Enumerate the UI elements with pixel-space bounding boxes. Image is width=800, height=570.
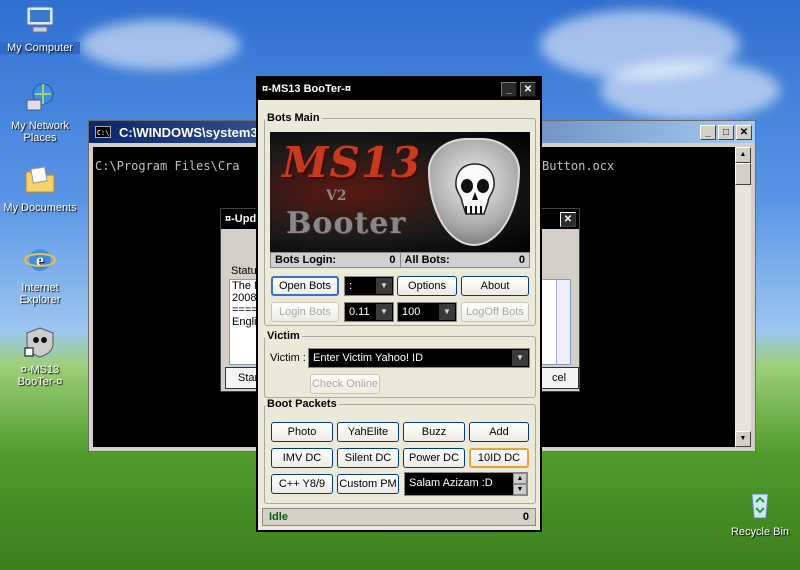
imv-dc-button[interactable]: IMV DC (271, 448, 333, 468)
desktop-icon-label: My Documents (3, 202, 77, 214)
all-bots-label: All Bots: (404, 254, 450, 266)
maximize-button[interactable]: □ (718, 124, 734, 140)
cloud (80, 20, 240, 70)
all-bots-value: 0 (518, 254, 525, 266)
bots-login-value: 0 (389, 254, 396, 266)
cmd-line-end: Button.ocx (542, 159, 615, 173)
cancel-button[interactable]: cel (541, 367, 579, 389)
desktop-icon-label: Internet Explorer (19, 282, 61, 306)
minimize-button[interactable]: _ (700, 124, 716, 140)
status-label: Statu (231, 265, 257, 277)
bots-login-label: Bots Login: (275, 254, 337, 266)
minimize-button[interactable]: _ (501, 81, 517, 97)
login-bots-button[interactable]: Login Bots (271, 302, 339, 322)
delay-value: 0.11 (349, 306, 370, 318)
skull-shortcut-icon (24, 327, 54, 358)
custom-pm-button[interactable]: Custom PM (337, 474, 399, 494)
yahelite-button[interactable]: YahElite (337, 422, 399, 442)
delay-dropdown[interactable]: 0.11 ▼ (344, 302, 394, 322)
pm-spinner[interactable]: ▲ ▼ (513, 473, 527, 495)
network-icon (26, 83, 54, 111)
check-online-button[interactable]: Check Online (310, 374, 380, 394)
scroll-down-arrow-icon[interactable]: ▼ (735, 431, 751, 447)
desktop-icon-ms13-booter[interactable]: ¤-MS13 BooTer-¤ (0, 326, 80, 388)
victim-id-value: Enter Victim Yahoo! ID (313, 352, 424, 364)
buzz-button[interactable]: Buzz (403, 422, 465, 442)
computer-icon (26, 6, 54, 33)
app-title-bar[interactable]: ¤-MS13 BooTer-¤ _ ✕ (258, 78, 540, 100)
10id-dc-button[interactable]: 10ID DC (469, 448, 529, 468)
cloud (600, 60, 780, 120)
punisher-shield-icon (428, 138, 520, 246)
bots-stats-bar: Bots Login: 0 All Bots: 0 (270, 252, 530, 268)
scroll-thumb[interactable] (735, 163, 751, 185)
open-bots-button[interactable]: Open Bots (271, 276, 339, 296)
log-scrollbar[interactable] (556, 280, 570, 364)
desktop-icon-label: Recycle Bin (730, 526, 790, 538)
victim-legend: Victim (267, 330, 300, 342)
desktop-icon-recycle-bin[interactable]: Recycle Bin (720, 488, 800, 538)
custom-pm-text-field[interactable]: Salam Azizam :D ▲ ▼ (404, 472, 528, 496)
cmd-title: C:\WINDOWS\system32 (119, 124, 265, 140)
cmd-scrollbar[interactable]: ▲ ▼ (735, 147, 751, 447)
power-dc-button[interactable]: Power DC (403, 448, 465, 468)
desktop-icon-internet-explorer[interactable]: e Internet Explorer (0, 244, 80, 306)
status-count: 0 (522, 511, 529, 523)
boot-packets-legend: Boot Packets (267, 398, 337, 410)
recycle-bin-icon (751, 493, 769, 519)
banner-logo-text: MS13 (282, 138, 422, 187)
app-title: ¤-MS13 BooTer-¤ (262, 83, 352, 95)
banner-booter-text: Booter (286, 206, 407, 241)
bots-list-dropdown[interactable]: : ▼ (344, 276, 394, 296)
desktop-icon-my-network-places[interactable]: My Network Places (0, 82, 80, 144)
victim-label: Victim : (270, 352, 306, 364)
chevron-up-icon[interactable]: ▲ (513, 473, 527, 484)
desktop-icon-my-computer[interactable]: My Computer (0, 4, 80, 54)
about-button[interactable]: About (461, 276, 529, 296)
chevron-down-icon[interactable]: ▼ (376, 304, 392, 320)
desktop-icon-my-documents[interactable]: My Documents (0, 164, 80, 214)
chevron-down-icon[interactable]: ▼ (513, 484, 527, 495)
cmd-icon: C:\ (95, 126, 111, 138)
logoff-bots-button[interactable]: LogOff Bots (461, 302, 529, 322)
status-bar: Idle 0 (262, 508, 536, 526)
desktop-icon-label: My Computer (0, 42, 80, 54)
bots-list-value: : (349, 280, 353, 292)
close-button[interactable]: ✕ (560, 211, 576, 227)
photo-button[interactable]: Photo (271, 422, 333, 442)
count-dropdown[interactable]: 100 ▼ (397, 302, 457, 322)
desktop-icon-label: ¤-MS13 BooTer-¤ (17, 364, 63, 388)
bots-main-legend: Bots Main (267, 112, 320, 124)
chevron-down-icon[interactable]: ▼ (512, 350, 528, 366)
close-button[interactable]: ✕ (736, 124, 752, 140)
custom-pm-text: Salam Azizam :D (409, 477, 493, 489)
desktop-icon-label: My Network Places (10, 120, 70, 144)
victim-id-combobox[interactable]: Enter Victim Yahoo! ID ▼ (308, 348, 530, 368)
chevron-down-icon[interactable]: ▼ (376, 278, 392, 294)
folder-icon (25, 166, 55, 193)
status-text: Idle (269, 511, 288, 523)
count-value: 100 (402, 306, 421, 318)
silent-dc-button[interactable]: Silent DC (337, 448, 399, 468)
cpp-y89-button[interactable]: C++ Y8/9 (271, 474, 333, 494)
scroll-up-arrow-icon[interactable]: ▲ (735, 147, 751, 163)
skull-icon (455, 163, 495, 215)
internet-explorer-icon: e (24, 249, 56, 271)
options-button[interactable]: Options (397, 276, 457, 296)
add-button[interactable]: Add (469, 422, 529, 442)
chevron-down-icon[interactable]: ▼ (439, 304, 455, 320)
update-dialog-title: ¤-Upd (225, 213, 257, 225)
banner-version-text: V2 (326, 188, 347, 204)
ms13-booter-window[interactable]: ¤-MS13 BooTer-¤ _ ✕ Bots Main MS13 V2 Bo… (256, 76, 542, 532)
cmd-line: C:\Program Files\Cra (95, 159, 240, 173)
close-button[interactable]: ✕ (520, 81, 536, 97)
ms13-banner: MS13 V2 Booter (270, 132, 530, 252)
